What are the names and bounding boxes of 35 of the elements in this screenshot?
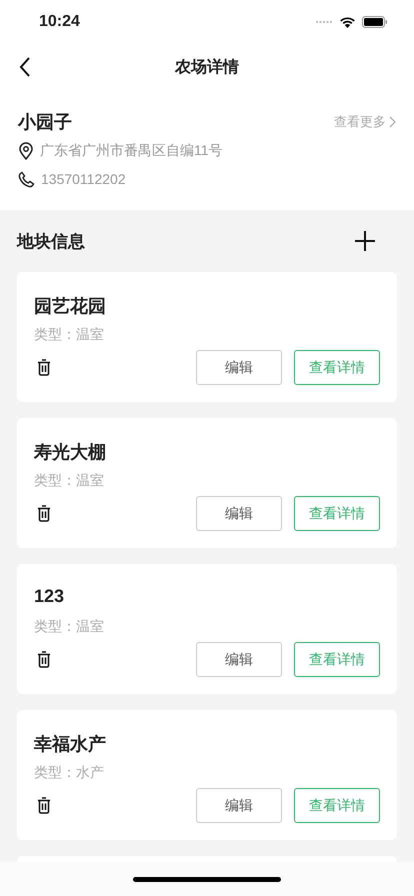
location-pin-icon	[18, 142, 34, 160]
plot-type: 类型：温室	[34, 472, 105, 491]
plot-name: 123	[34, 586, 66, 608]
edit-button[interactable]: 编辑	[196, 788, 282, 823]
view-details-button[interactable]: 查看详情	[294, 496, 380, 531]
farm-name: 小园子	[18, 111, 72, 134]
farm-address: 广东省广州市番禺区自编11号	[40, 142, 223, 160]
add-icon[interactable]	[354, 230, 376, 252]
view-details-button[interactable]: 查看详情	[294, 642, 380, 677]
plot-type: 类型：水产	[34, 764, 105, 783]
plot-name: 园艺花园	[34, 295, 107, 318]
trash-icon[interactable]	[37, 359, 51, 376]
view-more-link[interactable]: 查看更多	[334, 113, 396, 131]
farm-phone: 13570112202	[41, 171, 126, 187]
trash-icon[interactable]	[37, 797, 51, 814]
edit-button[interactable]: 编辑	[196, 642, 282, 677]
signal-icon	[315, 20, 333, 24]
chevron-right-icon	[389, 116, 396, 128]
plot-name: 幸福水产	[34, 733, 107, 756]
wifi-icon	[339, 16, 356, 28]
view-details-button[interactable]: 查看详情	[294, 788, 380, 823]
plot-type: 类型：温室	[34, 326, 105, 345]
phone-icon	[18, 170, 35, 188]
status-time: 10:24	[39, 13, 80, 31]
trash-icon[interactable]	[37, 505, 51, 522]
plot-name: 寿光大棚	[34, 441, 107, 464]
back-icon[interactable]	[19, 57, 31, 77]
battery-icon	[362, 16, 388, 28]
edit-button[interactable]: 编辑	[196, 496, 282, 531]
plot-type: 类型：温室	[34, 618, 105, 637]
section-title: 地块信息	[17, 230, 85, 252]
edit-button[interactable]: 编辑	[196, 350, 282, 385]
trash-icon[interactable]	[37, 651, 51, 668]
page-title: 农场详情	[175, 56, 239, 78]
view-details-button[interactable]: 查看详情	[294, 350, 380, 385]
